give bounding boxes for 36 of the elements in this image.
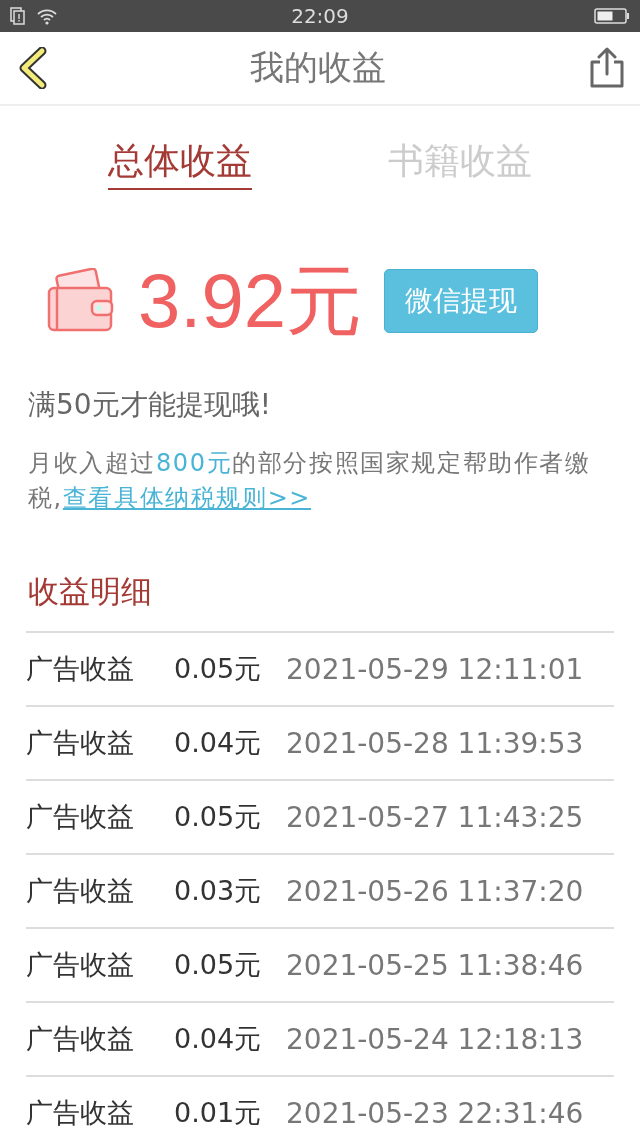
income-amount: 0.01元 [174,1096,263,1130]
wallet-icon [46,268,116,334]
income-time: 2021-05-28 11:39:53 [286,726,584,760]
tab[interactable]: 总体收益 [108,136,252,190]
clock-time: 22:09 [291,4,349,28]
balance-amount: 3.92元 [138,257,362,345]
income-time: 2021-05-26 11:37:20 [286,874,584,908]
income-time: 2021-05-25 11:38:46 [286,948,584,982]
rules-link[interactable]: 查看具体纳税规则>> [62,484,312,512]
wifi-icon [36,7,58,25]
income-type: 广告收益 [26,948,135,982]
income-type: 广告收益 [26,726,135,760]
income-amount: 0.04元 [174,726,263,760]
income-type: 广告收益 [26,1096,135,1130]
battery-icon [594,7,630,25]
income-time: 2021-05-24 12:18:13 [286,1022,584,1056]
tax-note: 月收入超过800元的部分按照国家规定帮助作者缴税,查看具体纳税规则>> [28,448,592,514]
withdraw-button[interactable]: 微信提现 [383,269,538,333]
income-amount: 0.05元 [174,800,263,834]
income-amount: 0.05元 [174,652,263,686]
income-time: 2021-05-23 22:31:46 [286,1096,584,1130]
minimum-note: 满50元才能提现哦! [28,387,272,423]
income-amount: 0.03元 [174,874,263,908]
income-type: 广告收益 [26,1022,135,1056]
page-title: 我的收益 [250,46,386,89]
section-title: 收益明细 [28,572,153,611]
share-icon[interactable] [588,47,626,89]
income-type: 广告收益 [26,652,135,686]
income-time: 2021-05-27 11:43:25 [286,800,584,834]
income-amount: 0.04元 [174,1022,263,1056]
income-type: 广告收益 [26,800,135,834]
income-type: 广告收益 [26,874,135,908]
income-amount: 0.05元 [174,948,263,982]
income-time: 2021-05-29 12:11:01 [286,652,584,686]
sim-icon [10,7,26,25]
back-icon[interactable] [18,47,48,89]
